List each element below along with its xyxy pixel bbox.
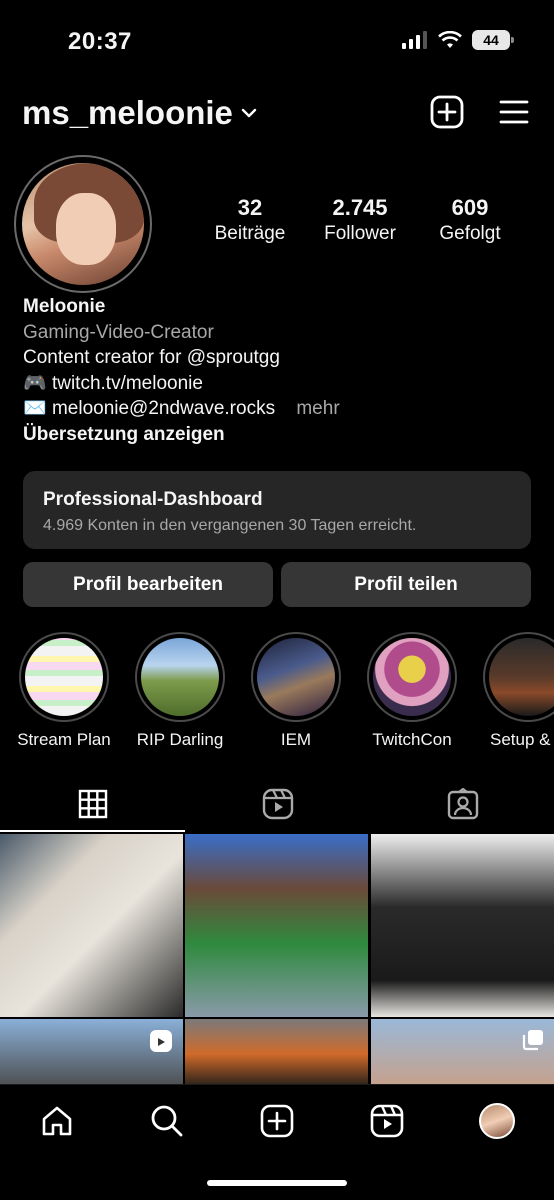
highlight-item[interactable]: Stream Plan — [14, 632, 114, 750]
post-grid — [0, 834, 554, 1084]
nav-create[interactable] — [255, 1099, 299, 1143]
account-switcher[interactable]: ms_meloonie — [22, 94, 257, 132]
active-tab-indicator — [0, 830, 185, 832]
post-thumbnail[interactable] — [0, 834, 183, 1017]
stat-followers[interactable]: 2.745 Follower — [305, 195, 415, 245]
grid-icon — [78, 789, 107, 819]
profile-actions: Profil bearbeiten Profil teilen — [23, 562, 531, 607]
translate-link[interactable]: Übersetzung anzeigen — [23, 422, 340, 448]
post-thumbnail[interactable] — [371, 834, 554, 1017]
stat-posts[interactable]: 32 Beiträge — [195, 195, 305, 245]
posts-label: Beiträge — [214, 223, 286, 244]
highlight-ring — [135, 632, 225, 722]
gamepad-icon: 🎮 — [23, 372, 47, 394]
profile-stats: 32 Beiträge 2.745 Follower 609 Gefolgt — [195, 195, 525, 245]
highlight-label: Setup & G — [490, 730, 554, 749]
highlight-ring — [367, 632, 457, 722]
following-count: 609 — [451, 195, 489, 220]
avatar-image — [22, 163, 144, 285]
chevron-down-icon — [241, 108, 257, 118]
highlight-ring — [251, 632, 341, 722]
home-icon — [42, 1106, 72, 1136]
stat-following[interactable]: 609 Gefolgt — [415, 195, 525, 245]
highlight-item[interactable]: RIP Darling — [130, 632, 230, 750]
dashboard-subtitle: 4.969 Konten in den vergangenen 30 Tagen… — [43, 517, 417, 534]
plus-square-icon — [430, 95, 464, 129]
highlight-cover — [257, 638, 335, 716]
hamburger-menu-icon — [499, 100, 529, 124]
create-button[interactable] — [427, 92, 467, 132]
bio-line-2: 🎮 twitch.tv/meloonie — [23, 371, 340, 397]
display-name: Meloonie — [23, 296, 106, 317]
carousel-badge-icon — [522, 1030, 543, 1051]
category-label: Gaming-Video-Creator — [23, 321, 214, 343]
profile-bio: Meloonie Gaming-Video-Creator Content cr… — [23, 294, 340, 447]
followers-label: Follower — [324, 223, 396, 244]
tab-grid[interactable] — [0, 776, 185, 832]
reel-badge-icon — [150, 1030, 172, 1052]
highlight-cover — [25, 638, 103, 716]
share-profile-button[interactable]: Profil teilen — [281, 562, 531, 607]
highlight-label: TwitchCon — [372, 730, 452, 749]
avatar — [479, 1103, 515, 1139]
following-label: Gefolgt — [439, 223, 501, 244]
envelope-icon: ✉️ — [23, 398, 47, 419]
highlight-cover — [489, 638, 554, 716]
highlight-item[interactable]: TwitchCon — [362, 632, 462, 750]
nav-reels[interactable] — [365, 1099, 409, 1143]
twitch-link[interactable]: twitch.tv/meloonie — [52, 373, 203, 394]
bio-line-1: Content creator for @sproutgg — [23, 347, 280, 368]
post-thumbnail[interactable] — [185, 1019, 368, 1084]
highlight-ring — [483, 632, 554, 722]
status-bar: 20:37 44 — [0, 0, 554, 80]
highlight-label: IEM — [280, 730, 312, 749]
post-thumbnail[interactable] — [0, 1019, 183, 1084]
edit-profile-button[interactable]: Profil bearbeiten — [23, 562, 273, 607]
bio-line-3: ✉️ meloonie@2ndwave.rocks mehr — [23, 396, 340, 422]
tab-reels[interactable] — [185, 776, 370, 832]
more-link[interactable]: mehr — [296, 398, 339, 419]
status-icons: 44 — [402, 30, 514, 50]
tab-tagged[interactable] — [370, 776, 554, 832]
dashboard-title: Professional-Dashboard — [43, 489, 263, 510]
story-highlights: Stream Plan RIP Darling IEM TwitchCon Se… — [0, 632, 554, 752]
highlight-label: Stream Plan — [17, 730, 111, 749]
home-indicator[interactable] — [207, 1180, 347, 1186]
highlight-cover — [141, 638, 219, 716]
wifi-icon — [438, 31, 462, 48]
highlight-item[interactable]: Setup & G — [478, 632, 554, 750]
profile-tabs — [0, 776, 554, 832]
tagged-person-icon — [447, 788, 478, 820]
professional-dashboard[interactable]: Professional-Dashboard 4.969 Konten in d… — [23, 471, 531, 549]
profile-avatar[interactable] — [14, 155, 152, 293]
menu-button[interactable] — [494, 92, 534, 132]
nav-home[interactable] — [35, 1099, 79, 1143]
reels-icon — [370, 1104, 404, 1138]
posts-count: 32 — [237, 195, 263, 220]
highlight-cover — [373, 638, 451, 716]
post-thumbnail[interactable] — [371, 1019, 554, 1084]
signal-icon — [402, 31, 427, 49]
battery-indicator: 44 — [472, 30, 514, 50]
email-text: meloonie@2ndwave.rocks — [51, 398, 276, 419]
username: ms_meloonie — [22, 94, 233, 131]
nav-search[interactable] — [145, 1099, 189, 1143]
reels-icon — [262, 788, 293, 820]
highlight-ring — [19, 632, 109, 722]
highlight-label: RIP Darling — [136, 730, 224, 749]
post-thumbnail[interactable] — [185, 834, 368, 1017]
followers-count: 2.745 — [332, 195, 388, 220]
highlight-item[interactable]: IEM — [246, 632, 346, 750]
nav-profile[interactable] — [475, 1099, 519, 1143]
search-icon — [151, 1105, 183, 1137]
status-time: 20:37 — [68, 28, 132, 55]
plus-square-icon — [260, 1104, 294, 1138]
profile-header: ms_meloonie — [0, 88, 554, 136]
